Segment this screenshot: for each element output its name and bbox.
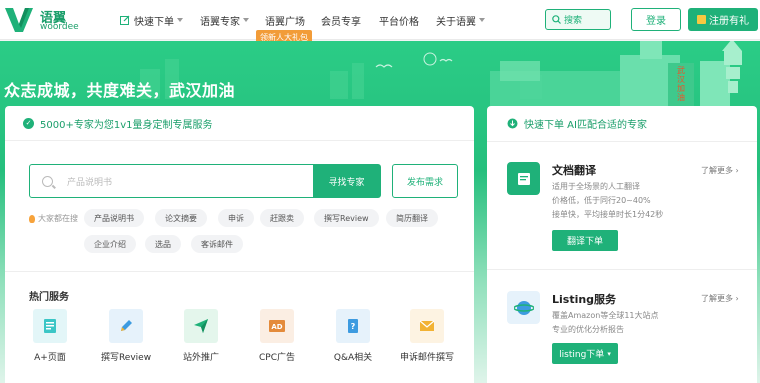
search-tag[interactable]: 申诉 <box>218 209 254 227</box>
find-expert-button[interactable]: 寻找专家 <box>313 165 380 197</box>
banner-title: 众志成城，共度难关，武汉加油 <box>4 81 236 100</box>
listing-service-desc: 覆盖Amazon等全球11大站点 专业的优化分析报告 <box>552 309 659 337</box>
service-label: Q&A相关 <box>333 353 373 363</box>
hot-services-title: 热门服务 <box>29 292 69 303</box>
learn-more-label: 了解更多 <box>701 294 733 303</box>
logo-en-text: woordee <box>40 22 79 32</box>
download-icon <box>507 118 518 129</box>
fire-icon <box>29 214 35 223</box>
chevron-down-icon <box>177 18 183 22</box>
login-button[interactable]: 登录 <box>631 8 681 31</box>
quick-order-heading: 快速下单 AI匹配合适的专家 <box>524 120 647 131</box>
search-tag[interactable]: 简历翻译 <box>386 209 438 227</box>
chevron-right-icon: › <box>735 166 739 175</box>
expert-card-heading: 5000+专家为您1v1量身定制专属服务 <box>40 119 213 131</box>
nav-about-label: 关于语翼 <box>436 16 476 28</box>
service-label: 撰写Review <box>100 353 152 363</box>
desc-line: 专业的优化分析报告 <box>552 325 624 334</box>
nav-quick-order-label: 快速下单 <box>134 16 174 28</box>
expert-card-header: ✓ 5000+专家为您1v1量身定制专属服务 <box>5 106 474 141</box>
a-plus-page-icon <box>33 309 67 343</box>
top-header: 语翼 woordee 快速下单 语翼专家 语翼广场 会员专享 平台价格 关于语翼… <box>0 0 760 45</box>
nav-pricing-label: 平台价格 <box>379 16 419 28</box>
hot-search-label: 大家都在搜 <box>29 213 78 224</box>
search-tag[interactable]: 企业介绍 <box>84 235 136 253</box>
translation-order-button[interactable]: 翻译下单 <box>552 230 618 251</box>
service-qa[interactable]: ? Q&A相关 <box>318 309 388 363</box>
nav-member-label: 会员专享 <box>321 16 361 28</box>
expert-icon: ✓ <box>23 117 34 129</box>
gift-icon <box>697 15 706 24</box>
desc-line: 价格低，低于同行20~40% <box>552 196 651 205</box>
search-tag[interactable]: 赶跟卖 <box>260 209 304 227</box>
header-search-button[interactable]: 搜索 <box>545 9 611 30</box>
chevron-right-icon: › <box>735 294 739 303</box>
post-demand-button[interactable]: 发布需求 <box>392 164 458 198</box>
card-divider <box>5 271 474 272</box>
desc-line: 覆盖Amazon等全球11大站点 <box>552 311 659 320</box>
search-tag[interactable]: 产品说明书 <box>84 209 144 227</box>
service-label: A+页面 <box>34 353 66 363</box>
woordee-logo-icon[interactable] <box>5 6 33 32</box>
service-offsite-promotion[interactable]: 站外推广 <box>166 309 236 363</box>
search-icon <box>42 175 53 187</box>
chevron-down-icon: ▾ <box>607 349 611 358</box>
paper-plane-icon <box>184 309 218 343</box>
nav-experts[interactable]: 语翼专家 <box>200 0 249 40</box>
expert-search-placeholder: 产品说明书 <box>67 177 113 188</box>
edit-icon <box>120 15 130 25</box>
building-slogan: 武汉加油 <box>677 66 685 102</box>
register-button[interactable]: 注册有礼 <box>688 8 758 31</box>
nav-experts-label: 语翼专家 <box>200 16 240 28</box>
service-label: CPC广告 <box>259 353 295 363</box>
learn-more-link[interactable]: 了解更多 › <box>701 165 739 176</box>
listing-order-button[interactable]: listing下单 ▾ <box>552 343 618 364</box>
svg-text:?: ? <box>351 322 356 331</box>
listing-order-label: listing下单 <box>559 350 605 360</box>
service-write-review[interactable]: 撰写Review <box>91 309 161 363</box>
listing-globe-icon <box>507 291 540 324</box>
nav-pricing[interactable]: 平台价格 <box>379 0 419 40</box>
expert-search-card: ✓ 5000+专家为您1v1量身定制专属服务 产品说明书 寻找专家 发布需求 大… <box>5 106 474 383</box>
chevron-down-icon <box>243 18 249 22</box>
expert-search-input[interactable]: 产品说明书 <box>30 165 313 197</box>
expert-search-box: 产品说明书 寻找专家 <box>29 164 381 198</box>
document-translation-title: 文档翻译 <box>552 164 596 177</box>
search-tag[interactable]: 客诉邮件 <box>191 235 243 253</box>
envelope-icon <box>410 309 444 343</box>
search-icon <box>552 15 561 24</box>
document-translation-icon <box>507 162 540 195</box>
service-a-plus[interactable]: A+页面 <box>15 309 85 363</box>
document-translation-desc: 适用于全场景的人工翻译 价格低，低于同行20~40% 接单快，平均接单时长1分4… <box>552 180 663 222</box>
listing-service-title: Listing服务 <box>552 293 617 306</box>
card-divider <box>487 269 757 270</box>
nav-member[interactable]: 会员专享 <box>321 0 361 40</box>
nav-about[interactable]: 关于语翼 <box>436 0 485 40</box>
service-label: 站外推广 <box>182 353 219 363</box>
header-search-label: 搜索 <box>564 16 583 26</box>
pencil-icon <box>109 309 143 343</box>
desc-line: 适用于全场景的人工翻译 <box>552 182 640 191</box>
hot-search-text: 大家都在搜 <box>38 214 78 223</box>
svg-text:AD: AD <box>271 323 282 331</box>
nav-quick-order[interactable]: 快速下单 <box>120 0 183 40</box>
question-book-icon: ? <box>336 309 370 343</box>
nav-square-label: 语翼广场 <box>265 16 305 28</box>
learn-more-label: 了解更多 <box>701 166 733 175</box>
search-tag[interactable]: 选品 <box>145 235 181 253</box>
desc-line: 接单快，平均接单时长1分42秒 <box>552 210 664 219</box>
card-divider <box>487 141 757 142</box>
quick-order-header: 快速下单 AI匹配合适的专家 <box>487 106 757 141</box>
register-label: 注册有礼 <box>709 16 749 27</box>
search-tag[interactable]: 撰写Review <box>314 209 379 227</box>
service-label: 申诉邮件撰写 <box>399 353 454 363</box>
learn-more-link[interactable]: 了解更多 › <box>701 293 739 304</box>
ad-icon: AD <box>260 309 294 343</box>
chevron-down-icon <box>479 18 485 22</box>
quick-order-card: 快速下单 AI匹配合适的专家 文档翻译 了解更多 › 适用于全场景的人工翻译 价… <box>487 106 757 383</box>
search-tag[interactable]: 论文摘要 <box>155 209 207 227</box>
service-cpc-ads[interactable]: AD CPC广告 <box>242 309 312 363</box>
service-appeal-email[interactable]: 申诉邮件撰写 <box>392 309 462 363</box>
